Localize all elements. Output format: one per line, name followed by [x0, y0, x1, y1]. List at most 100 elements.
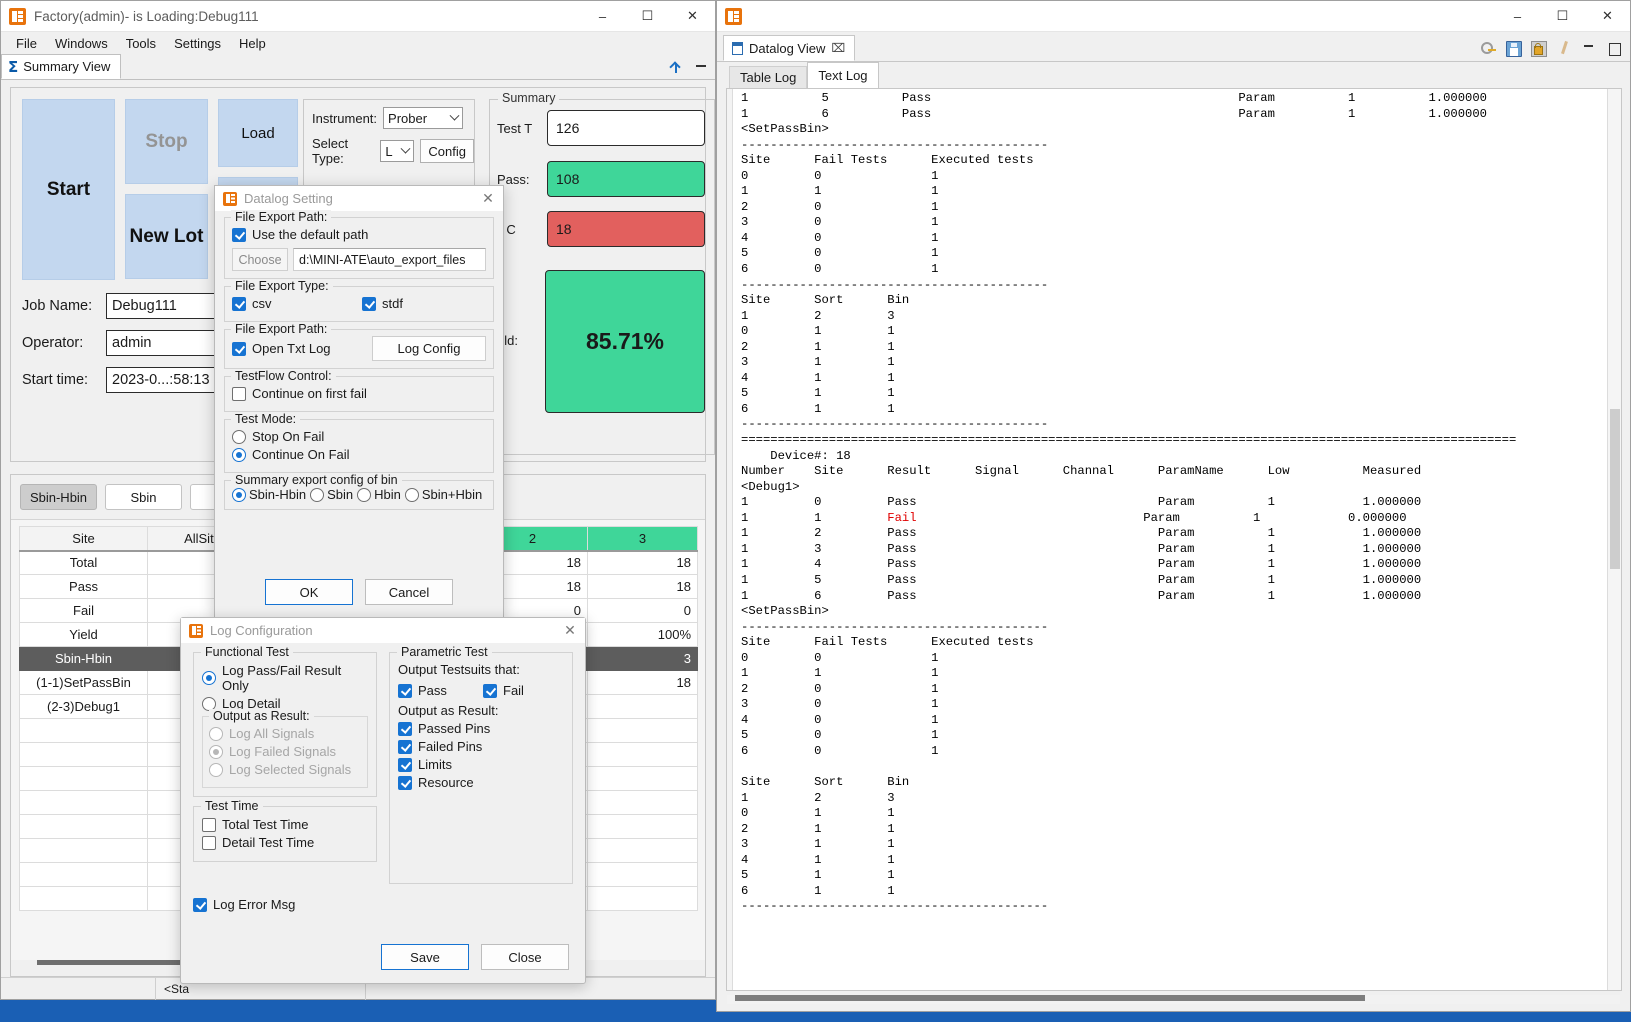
bin-option-sbin[interactable]: Sbin	[310, 487, 353, 502]
cancel-button[interactable]: Cancel	[365, 579, 453, 605]
stop-on-fail-row[interactable]: Stop On Fail	[232, 429, 486, 444]
start-button[interactable]: Start	[22, 99, 115, 280]
detail-test-time-row[interactable]: Detail Test Time	[202, 835, 368, 850]
menu-tools[interactable]: Tools	[118, 34, 164, 53]
bin-option-hbin[interactable]: Hbin	[357, 487, 401, 502]
menu-windows[interactable]: Windows	[47, 34, 116, 53]
log-pass-fail-only-radio[interactable]	[202, 671, 216, 685]
testsuit-pass-row[interactable]: Pass	[398, 683, 483, 698]
log-error-msg-checkbox[interactable]	[193, 898, 207, 912]
log-hscroll-track[interactable]	[727, 995, 1620, 1004]
csv-row[interactable]: csv	[232, 296, 362, 311]
resource-row[interactable]: Resource	[398, 775, 564, 790]
continue-on-fail-row[interactable]: Continue On Fail	[232, 447, 486, 462]
export-path-input[interactable]: d:\MINI-ATE\auto_export_files	[293, 248, 486, 271]
factory-titlebar[interactable]: Factory(admin)- is Loading:Debug111 – ☐ …	[1, 1, 715, 32]
stdf-row[interactable]: stdf	[362, 296, 403, 311]
testsuit-fail-row[interactable]: Fail	[483, 683, 524, 698]
log-error-msg-row[interactable]: Log Error Msg	[193, 897, 573, 912]
load-button[interactable]: Load	[218, 99, 298, 167]
continue-on-fail-radio[interactable]	[232, 448, 246, 462]
log-hscrollbar[interactable]	[717, 991, 1630, 1011]
pen-icon[interactable]	[1556, 41, 1572, 57]
tab-summary-view[interactable]: Σ Summary View	[1, 54, 121, 79]
sbin-hbin-radio[interactable]	[232, 488, 246, 502]
resource-checkbox[interactable]	[398, 776, 412, 790]
menu-file[interactable]: File	[8, 34, 45, 53]
minimize-button[interactable]: –	[1495, 1, 1540, 32]
new-lot-button[interactable]: New Lot	[125, 194, 208, 279]
bin-tab-sbin-hbin[interactable]: Sbin-Hbin	[20, 484, 97, 510]
stdf-checkbox[interactable]	[362, 297, 376, 311]
limits-row[interactable]: Limits	[398, 757, 564, 772]
bin-option-sbin-hbin[interactable]: Sbin-Hbin	[232, 487, 306, 502]
instrument-select[interactable]: Prober	[383, 107, 463, 129]
stop-on-fail-radio[interactable]	[232, 430, 246, 444]
maximize-button[interactable]: ☐	[625, 1, 670, 32]
datalog-titlebar[interactable]: – ☐ ✕	[717, 1, 1630, 32]
maximize-button[interactable]: ☐	[1540, 1, 1585, 32]
use-default-path-checkbox[interactable]	[232, 228, 246, 242]
log-configuration-titlebar[interactable]: Log Configuration ✕	[181, 618, 585, 643]
open-txt-log-row-inner[interactable]: Open Txt Log	[232, 341, 362, 356]
sbin-radio[interactable]	[310, 488, 324, 502]
maximize-icon[interactable]	[1606, 41, 1622, 57]
stop-button[interactable]: Stop	[125, 99, 208, 184]
log-config-button[interactable]: Log Config	[372, 336, 486, 361]
continue-first-fail-checkbox[interactable]	[232, 387, 246, 401]
log-selected-signals-radio[interactable]	[209, 763, 223, 777]
failed-pins-row[interactable]: Failed Pins	[398, 739, 564, 754]
total-test-time-row[interactable]: Total Test Time	[202, 817, 368, 832]
use-default-path-row[interactable]: Use the default path	[232, 227, 486, 242]
testsuit-fail-checkbox[interactable]	[483, 684, 497, 698]
sbin-plus-hbin-radio[interactable]	[405, 488, 419, 502]
hbin-radio[interactable]	[357, 488, 371, 502]
text-log-content[interactable]: 1 5 Pass Param 1 1.000000 1 6 Pass Param…	[733, 89, 1621, 990]
close-icon[interactable]: ✕	[555, 618, 585, 643]
close-icon[interactable]: ✕	[473, 186, 503, 211]
log-pass-fail-only-row[interactable]: Log Pass/Fail Result Only	[202, 663, 368, 693]
choose-button[interactable]: Choose	[232, 248, 288, 271]
ok-button[interactable]: OK	[265, 579, 353, 605]
search-key-icon[interactable]	[1481, 41, 1497, 57]
passed-pins-checkbox[interactable]	[398, 722, 412, 736]
log-vscrollbar[interactable]	[1607, 89, 1621, 990]
lock-icon[interactable]	[1531, 41, 1547, 57]
close-button[interactable]: Close	[481, 944, 569, 970]
col-site[interactable]: Site	[20, 527, 148, 551]
open-txt-log-checkbox[interactable]	[232, 342, 246, 356]
close-icon[interactable]: ⌧	[831, 41, 845, 55]
tab-text-log[interactable]: Text Log	[807, 62, 878, 88]
total-test-time-checkbox[interactable]	[202, 818, 216, 832]
export-icon[interactable]	[669, 61, 684, 76]
continue-first-fail-row[interactable]: Continue on first fail	[232, 386, 486, 401]
select-type-select[interactable]: L	[380, 140, 414, 162]
log-all-signals-radio[interactable]	[209, 727, 223, 741]
minimize-icon[interactable]	[1581, 41, 1597, 57]
failed-pins-checkbox[interactable]	[398, 740, 412, 754]
view-minimize-icon[interactable]	[694, 61, 709, 76]
log-hscroll-thumb[interactable]	[735, 995, 1365, 1001]
passed-pins-row[interactable]: Passed Pins	[398, 721, 564, 736]
bin-tab-sbin[interactable]: Sbin	[105, 484, 182, 510]
log-all-signals-row[interactable]: Log All Signals	[209, 726, 361, 741]
config-button[interactable]: Config	[420, 139, 474, 163]
save-button[interactable]: Save	[381, 944, 469, 970]
vscroll-thumb[interactable]	[1610, 409, 1620, 569]
tab-table-log[interactable]: Table Log	[729, 66, 807, 88]
tab-datalog-view[interactable]: Datalog View ⌧	[723, 35, 855, 61]
csv-checkbox[interactable]	[232, 297, 246, 311]
menu-help[interactable]: Help	[231, 34, 274, 53]
datalog-setting-titlebar[interactable]: Datalog Setting ✕	[215, 186, 503, 211]
close-button[interactable]: ✕	[670, 1, 715, 32]
log-selected-signals-row[interactable]: Log Selected Signals	[209, 762, 361, 777]
col-bin-3[interactable]: 3	[588, 527, 698, 551]
log-failed-signals-row[interactable]: Log Failed Signals	[209, 744, 361, 759]
menu-settings[interactable]: Settings	[166, 34, 229, 53]
minimize-button[interactable]: –	[580, 1, 625, 32]
limits-checkbox[interactable]	[398, 758, 412, 772]
log-failed-signals-radio[interactable]	[209, 745, 223, 759]
close-button[interactable]: ✕	[1585, 1, 1630, 32]
detail-test-time-checkbox[interactable]	[202, 836, 216, 850]
save-icon[interactable]	[1506, 41, 1522, 57]
